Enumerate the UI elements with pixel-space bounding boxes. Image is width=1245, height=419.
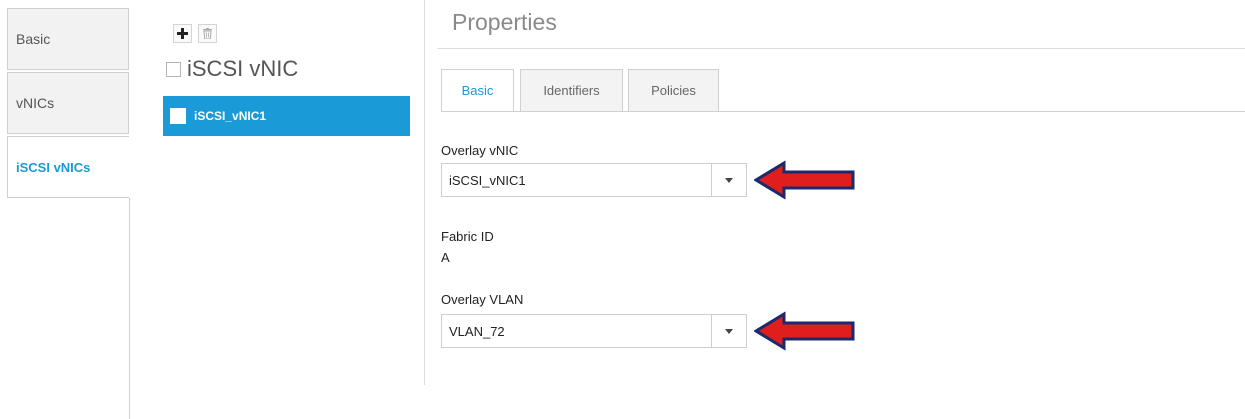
chevron-down-icon <box>725 328 733 334</box>
list-item-checkbox[interactable] <box>170 108 186 124</box>
tab-iscsi-vnics[interactable]: iSCSI vNICs <box>7 136 129 198</box>
add-button[interactable] <box>173 24 192 43</box>
delete-button[interactable] <box>198 24 217 43</box>
tab-basic-label: Basic <box>16 31 51 47</box>
overlay-vnic-value: iSCSI_vNIC1 <box>449 172 526 188</box>
overlay-vlan-value: VLAN_72 <box>449 323 505 339</box>
arrow-left-icon <box>754 160 855 200</box>
page-title: Properties <box>452 9 557 35</box>
tab-iscsi-vnics-label: iSCSI vNICs <box>16 159 91 175</box>
list-item[interactable]: iSCSI_vNIC1 <box>163 96 410 136</box>
properties-tabs: Basic Identifiers Policies <box>441 69 1245 112</box>
select-all-checkbox[interactable] <box>166 61 181 77</box>
vertical-tabs-border <box>129 198 130 419</box>
delete-icon <box>203 28 212 39</box>
tab-policies-label: Policies <box>651 83 696 98</box>
tab-policies[interactable]: Policies <box>628 69 719 112</box>
overlay-vlan-label: Overlay VLAN <box>441 292 524 307</box>
overlay-vlan-dropdown-button[interactable] <box>712 315 746 347</box>
list-header: iSCSI vNIC <box>166 58 298 80</box>
chevron-down-icon <box>725 177 733 183</box>
tab-properties-basic-label: Basic <box>461 83 494 98</box>
tab-identifiers-label: Identifiers <box>543 83 600 98</box>
tab-vnics[interactable]: vNICs <box>7 72 129 134</box>
list-item-label: iSCSI_vNIC1 <box>194 109 267 123</box>
list-header-title: iSCSI vNIC <box>187 56 299 81</box>
tab-identifiers[interactable]: Identifiers <box>520 69 623 112</box>
tabs-divider <box>441 111 1245 112</box>
list-toolbar <box>173 24 217 43</box>
add-icon <box>177 28 188 39</box>
tab-properties-basic[interactable]: Basic <box>441 69 514 112</box>
overlay-vnic-dropdown-button[interactable] <box>712 164 746 196</box>
panel-divider <box>424 0 425 385</box>
left-vertical-tabs: Basic vNICs iSCSI vNICs <box>0 0 131 419</box>
overlay-vnic-select[interactable]: iSCSI_vNIC1 <box>441 163 747 197</box>
fabric-id-label: Fabric ID <box>441 229 494 244</box>
overlay-vlan-select[interactable]: VLAN_72 <box>441 314 747 348</box>
tab-vnics-label: vNICs <box>16 95 55 111</box>
arrow-left-icon <box>754 311 855 351</box>
tab-basic[interactable]: Basic <box>7 8 129 70</box>
title-divider <box>437 48 1245 49</box>
fabric-id-value: A <box>441 250 450 265</box>
overlay-vnic-label: Overlay vNIC <box>441 143 519 158</box>
